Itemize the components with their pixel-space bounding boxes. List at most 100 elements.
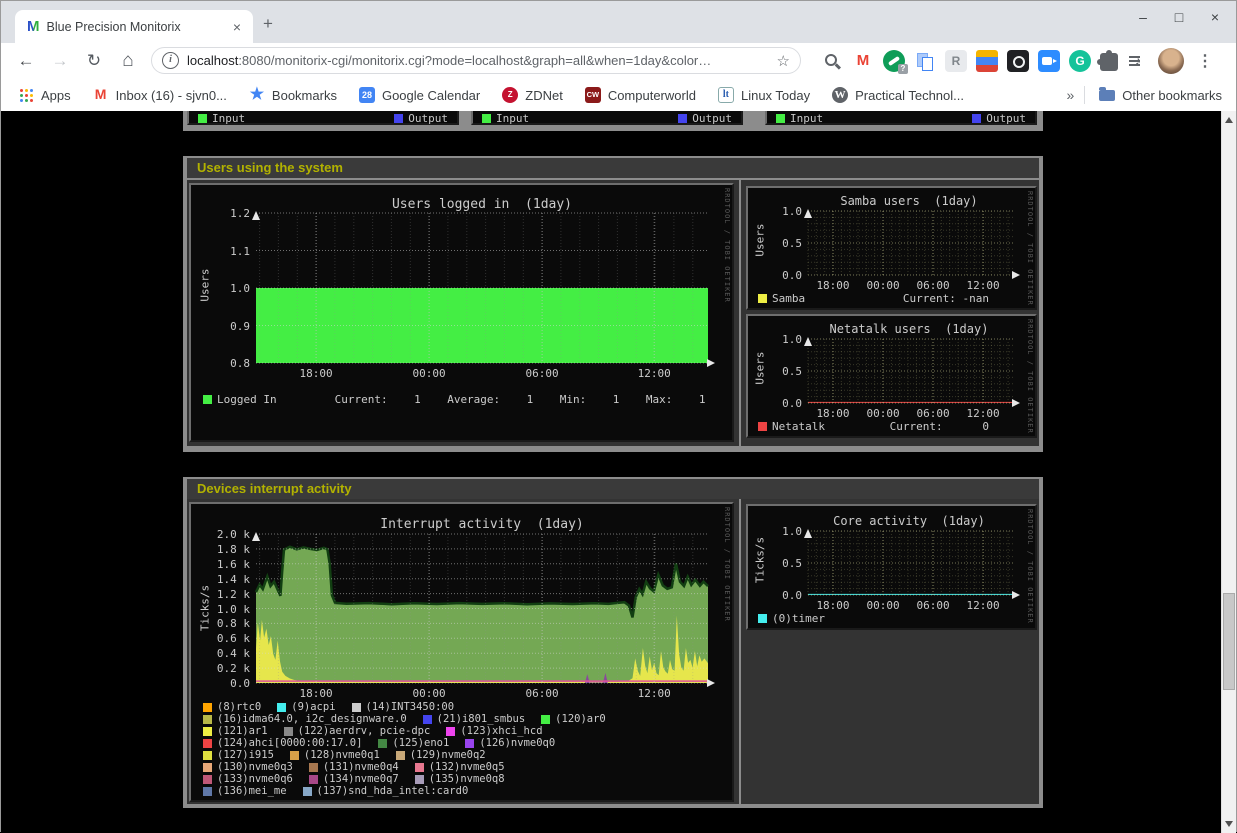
rrdtool-credit: RRDTOOL / TOBI OETIKER xyxy=(723,188,731,303)
legend-label: (16)idma64.0, i2c_designware.0 xyxy=(217,713,407,725)
legend-color-swatch xyxy=(203,715,212,724)
home-button[interactable]: ⌂ xyxy=(115,48,141,74)
x-tick-label: 06:00 xyxy=(909,279,957,292)
apps-label[interactable]: Apps xyxy=(41,88,71,103)
legend-item: (124)ahci[0000:00:17.0] xyxy=(203,737,362,749)
legend-label: (128)nvme0q1 xyxy=(304,749,380,761)
window-maximize-button[interactable]: □ xyxy=(1172,9,1186,25)
tab-close-icon[interactable]: × xyxy=(229,19,245,35)
legend-color-swatch xyxy=(378,739,387,748)
bookmark-item-practical-tech[interactable]: W Practical Technol... xyxy=(832,87,964,103)
active-tab[interactable]: M Blue Precision Monitorix × xyxy=(15,10,253,43)
profile-avatar[interactable] xyxy=(1158,48,1184,74)
reload-button[interactable]: ↻ xyxy=(81,48,107,74)
x-tick-label: 12:00 xyxy=(630,687,678,700)
legend-label: Samba xyxy=(772,292,805,305)
forward-button[interactable]: → xyxy=(47,48,73,74)
new-tab-button[interactable]: + xyxy=(263,14,273,34)
network-graph-3-partial[interactable]: Input Output xyxy=(765,111,1037,125)
output-legend: Output xyxy=(394,112,448,125)
bookmark-item-inbox[interactable]: M Inbox (16) - sjvn0... xyxy=(93,87,227,103)
legend-label: (0)timer xyxy=(772,612,825,625)
gmail-icon[interactable]: M xyxy=(852,50,874,72)
interrupt-legend: (8)rtc0(9)acpi(14)INT3450:00 (16)idma64.… xyxy=(203,701,622,797)
tab-strip: M Blue Precision Monitorix × + – □ × xyxy=(1,1,1236,43)
y-tick-label: 1.2 k xyxy=(210,588,250,601)
other-bookmarks[interactable]: Other bookmarks xyxy=(1122,88,1222,103)
vertical-scrollbar[interactable] xyxy=(1221,111,1236,833)
window-minimize-button[interactable]: – xyxy=(1136,9,1150,25)
netatalk-users-graph[interactable]: Netatalk users (1day) Users RRDTOOL / TO… xyxy=(746,314,1037,438)
browser-window: M Blue Precision Monitorix × + – □ × ← →… xyxy=(0,0,1237,832)
legend-item: (131)nvme0q4 xyxy=(309,761,399,773)
gmail-m-icon: M xyxy=(93,87,109,103)
page-info-icon[interactable]: i xyxy=(162,52,179,69)
legend-color-swatch xyxy=(203,739,212,748)
graph-legend: Netatalk xyxy=(758,420,825,433)
back-button[interactable]: ← xyxy=(13,48,39,74)
legend-color-swatch xyxy=(758,422,767,431)
core-plot: 1.00.50.018:0000:0006:0012:00 xyxy=(808,531,1013,595)
scrollbar-thumb[interactable] xyxy=(1223,593,1235,690)
y-tick-label: 1.0 xyxy=(762,333,802,346)
legend-label: (135)nvme0q8 xyxy=(429,773,505,785)
star-icon: ★ xyxy=(249,87,265,103)
bookmark-item-calendar[interactable]: 28 Google Calendar xyxy=(359,87,480,103)
dark-app-icon[interactable] xyxy=(1007,50,1029,72)
output-color-swatch xyxy=(972,114,981,123)
bookmark-item-zdnet[interactable]: Z ZDNet xyxy=(502,87,563,103)
scroll-down-arrow[interactable] xyxy=(1225,821,1233,827)
playlist-icon[interactable]: ♪ xyxy=(1127,50,1149,72)
search-icon[interactable] xyxy=(821,50,843,72)
library-books-icon[interactable] xyxy=(976,50,998,72)
legend-label: (14)INT3450:00 xyxy=(366,701,455,713)
x-tick-label: 00:00 xyxy=(405,687,453,700)
legend-color-swatch xyxy=(415,775,424,784)
legend-label: (132)nvme0q5 xyxy=(429,761,505,773)
network-graph-2-partial[interactable]: Input Output xyxy=(471,111,743,125)
video-camera-icon[interactable] xyxy=(1038,50,1060,72)
bookmark-star-icon[interactable]: ☆ xyxy=(777,52,790,70)
calendar-icon: 28 xyxy=(359,87,375,103)
y-tick-label: 2.0 k xyxy=(210,528,250,541)
apps-grid-icon[interactable] xyxy=(19,88,33,102)
x-tick-label: 06:00 xyxy=(518,687,566,700)
interrupt-activity-graph[interactable]: Interrupt activity (1day) Ticks/s RRDTOO… xyxy=(189,502,734,802)
legend-label: (122)aerdrv, pcie-dpc xyxy=(298,725,431,737)
bookmarks-overflow-chevron[interactable]: » xyxy=(1067,87,1085,103)
zdnet-icon: Z xyxy=(502,87,518,103)
x-tick-label: 00:00 xyxy=(859,599,907,612)
samba-users-graph[interactable]: Samba users (1day) Users RRDTOOL / TOBI … xyxy=(746,186,1037,310)
y-tick-label: 0.8 xyxy=(210,357,250,370)
legend-color-swatch xyxy=(309,775,318,784)
window-close-button[interactable]: × xyxy=(1208,9,1222,25)
copy-pages-icon[interactable] xyxy=(914,50,936,72)
samba-plot: 1.00.50.018:0000:0006:0012:00 xyxy=(808,211,1013,275)
legend-color-swatch xyxy=(465,739,474,748)
y-tick-label: 1.0 xyxy=(762,525,802,538)
x-tick-label: 18:00 xyxy=(292,367,340,380)
legend-color-swatch xyxy=(203,395,212,404)
grammarly-icon[interactable]: G xyxy=(1069,50,1091,72)
rrdtool-credit: RRDTOOL / TOBI OETIKER xyxy=(1026,319,1034,434)
bookmark-item-linuxtoday[interactable]: lt Linux Today xyxy=(718,87,810,103)
extensions-puzzle-icon[interactable] xyxy=(1100,53,1118,71)
input-color-swatch xyxy=(482,114,491,123)
legend-item: (21)i801_smbus xyxy=(423,713,526,725)
reminder-icon[interactable]: R xyxy=(945,50,967,72)
legend-color-swatch xyxy=(758,294,767,303)
x-tick-label: 12:00 xyxy=(630,367,678,380)
network-graph-1-partial[interactable]: Input Output xyxy=(187,111,459,125)
legend-item: (129)nvme0q2 xyxy=(396,749,486,761)
browser-menu-icon[interactable]: ⋮ xyxy=(1193,51,1217,71)
y-tick-label: 1.0 xyxy=(210,282,250,295)
legend-label: (123)xhci_hcd xyxy=(460,725,542,737)
core-activity-graph[interactable]: Core activity (1day) Ticks/s RRDTOOL / T… xyxy=(746,504,1037,630)
bookmark-item-bookmarks[interactable]: ★ Bookmarks xyxy=(249,87,337,103)
users-logged-in-graph[interactable]: Users logged in (1day) Users RRDTOOL / T… xyxy=(189,183,734,442)
scroll-up-arrow[interactable] xyxy=(1225,117,1233,123)
bookmark-item-computerworld[interactable]: CW Computerworld xyxy=(585,87,696,103)
url-text[interactable]: localhost:8080/monitorix-cgi/monitorix.c… xyxy=(187,53,771,68)
address-bar[interactable]: i localhost:8080/monitorix-cgi/monitorix… xyxy=(151,47,801,74)
voice-phone-icon[interactable] xyxy=(883,50,905,72)
